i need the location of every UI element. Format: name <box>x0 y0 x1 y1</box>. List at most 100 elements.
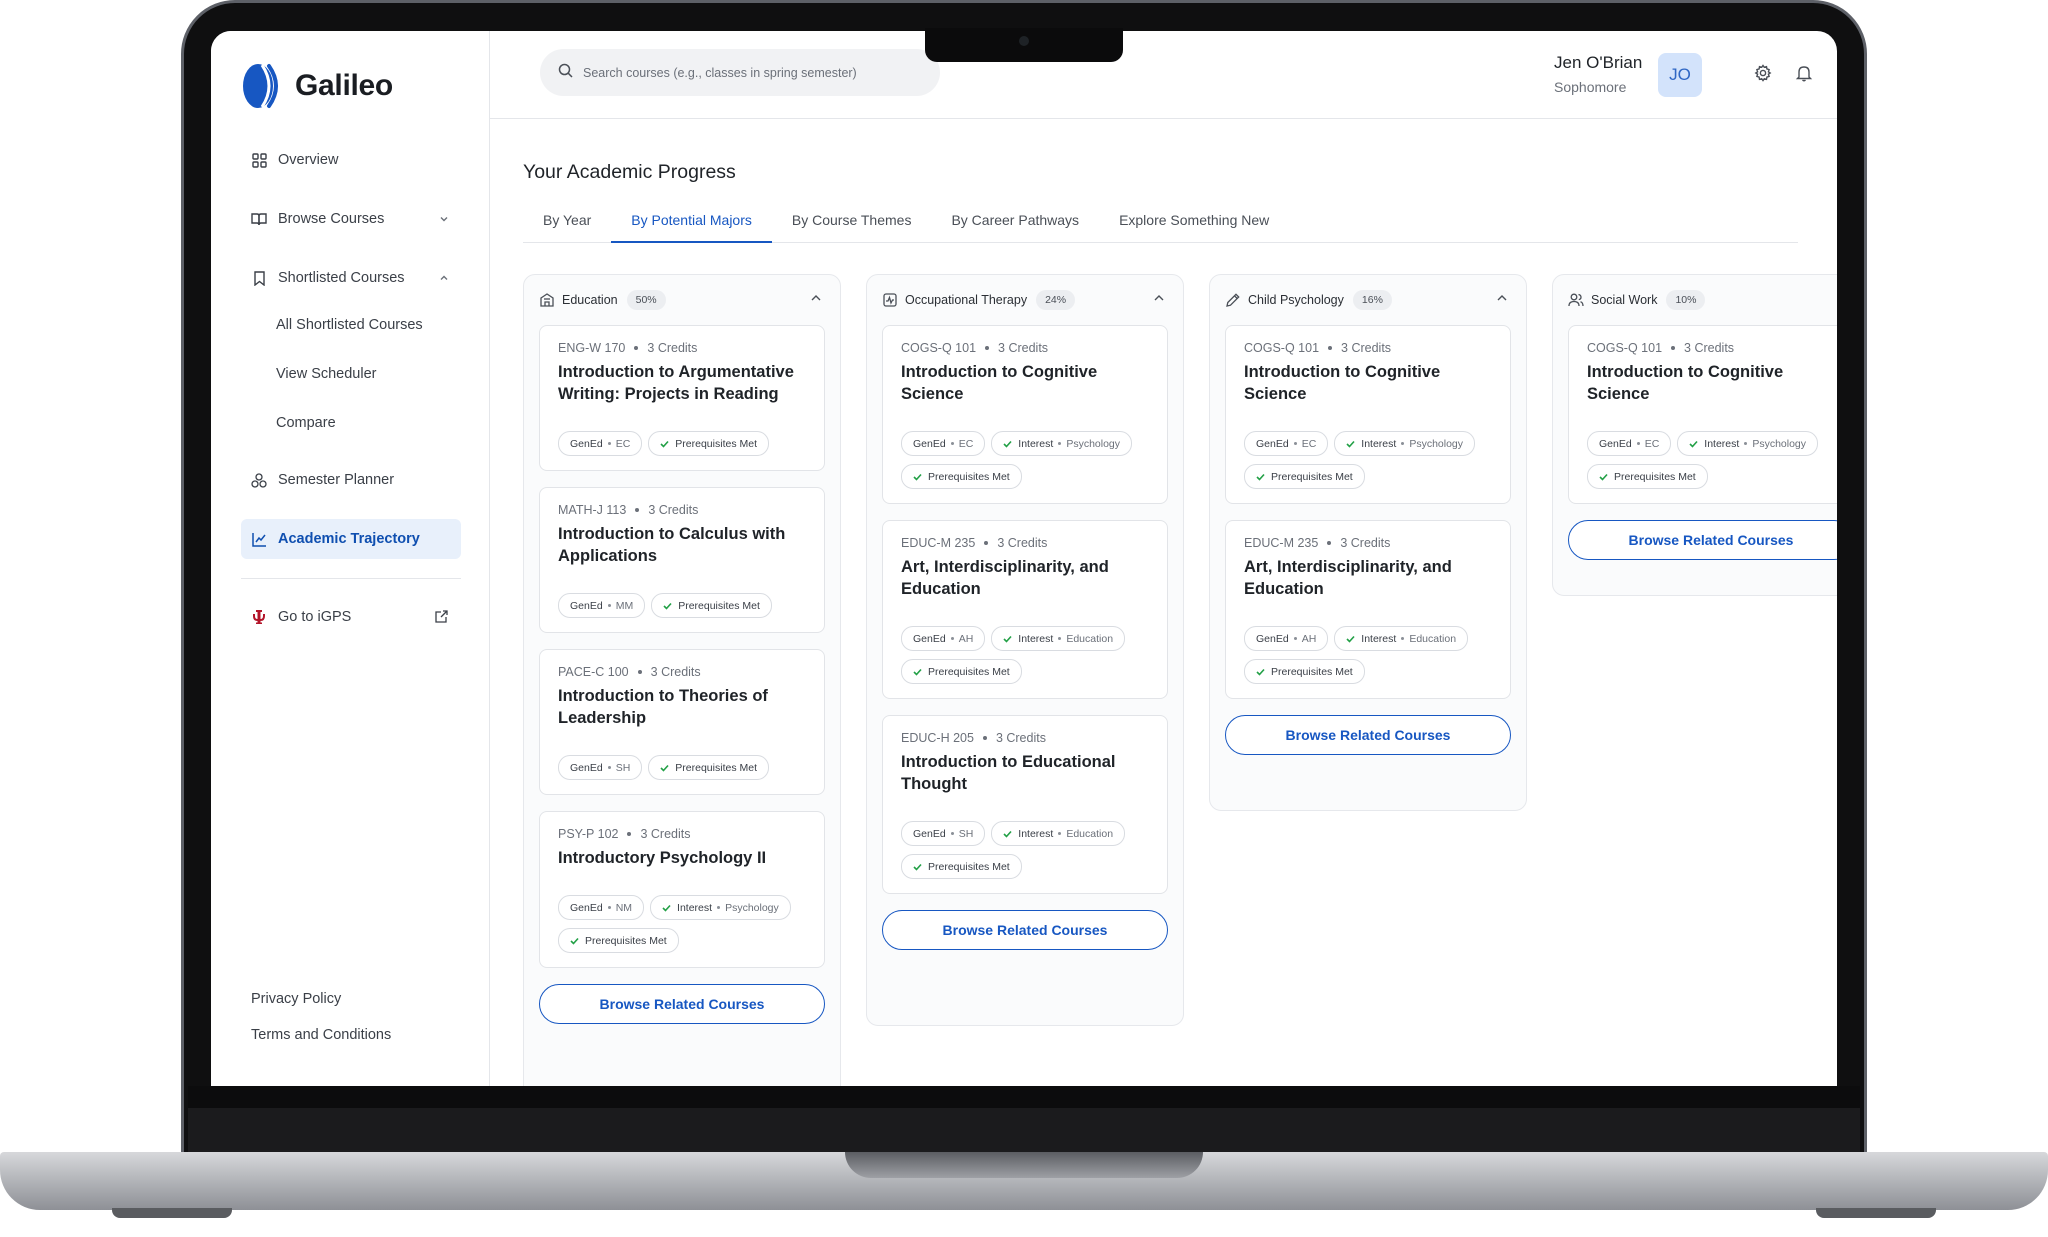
sidebar-item-label: Shortlisted Courses <box>278 270 405 286</box>
tab-explore-something-new[interactable]: Explore Something New <box>1099 209 1289 243</box>
gened-chip: GenEd AH <box>1244 626 1329 651</box>
check-icon <box>1256 668 1265 676</box>
course-credits: 3 Credits <box>1684 341 1735 355</box>
sidebar-item-label: Browse Courses <box>278 211 385 227</box>
course-code: EDUC-M 235 <box>1244 536 1319 550</box>
gened-chip: GenEd SH <box>558 755 643 780</box>
avatar[interactable]: JO <box>1658 53 1702 97</box>
major-name: Education <box>562 293 618 307</box>
tab-by-year[interactable]: By Year <box>523 209 611 243</box>
sidebar-item-label: Semester Planner <box>278 472 395 488</box>
course-card[interactable]: COGS-Q 101 3 Credits Introduction to Cogn… <box>882 325 1168 504</box>
sidebar-subitem-all-shortlisted[interactable]: All Shortlisted Courses <box>241 306 461 343</box>
interest-chip: Interest Education <box>991 626 1126 651</box>
search-bar[interactable] <box>540 49 940 96</box>
prereq-chip: Prerequisites Met <box>651 593 772 618</box>
sidebar-item-semester-planner[interactable]: Semester Planner <box>241 460 461 500</box>
chevron-down-icon[interactable] <box>439 212 449 228</box>
course-card[interactable]: ENG-W 170 3 Credits Introduction to Argum… <box>539 325 825 471</box>
gear-icon[interactable] <box>1754 64 1772 87</box>
sidebar-item-go-to-igps[interactable]: Go to iGPS <box>241 597 461 637</box>
tab-by-career-pathways[interactable]: By Career Pathways <box>931 209 1099 243</box>
check-icon <box>1003 635 1012 643</box>
check-icon <box>1346 440 1355 448</box>
check-icon <box>1003 440 1012 448</box>
major-header[interactable]: Social Work 10% <box>1568 275 1837 325</box>
brand[interactable]: Galileo <box>239 63 393 109</box>
progress-tabs: By Year By Potential Majors By Course Th… <box>523 209 1798 243</box>
course-card[interactable]: EDUC-M 235 3 Credits Art, Interdisciplina… <box>882 520 1168 699</box>
search-icon <box>558 63 573 83</box>
sidebar-item-overview[interactable]: Overview <box>241 140 461 180</box>
course-card[interactable]: EDUC-H 205 3 Credits Introduction to Educ… <box>882 715 1168 894</box>
chevron-up-icon[interactable] <box>439 271 449 287</box>
major-header[interactable]: Occupational Therapy 24% <box>882 275 1168 325</box>
course-card[interactable]: PACE-C 100 3 Credits Introduction to Theo… <box>539 649 825 795</box>
search-input[interactable] <box>583 65 913 80</box>
check-icon <box>913 668 922 676</box>
pencil-icon <box>1225 292 1241 308</box>
interest-chip: Interest Education <box>1334 626 1469 651</box>
external-link-icon <box>434 609 449 628</box>
major-column-occupational-therapy: Occupational Therapy 24% COGS-Q 101 3 Cre… <box>866 274 1184 1026</box>
tab-by-potential-majors[interactable]: By Potential Majors <box>611 209 772 243</box>
sidebar-item-academic-trajectory[interactable]: Academic Trajectory <box>241 519 461 559</box>
chevron-up-icon[interactable] <box>810 292 822 307</box>
privacy-policy-link[interactable]: Privacy Policy <box>251 991 391 1007</box>
iu-logo-icon <box>251 609 267 625</box>
sidebar-subitem-compare[interactable]: Compare <box>241 404 461 441</box>
tab-by-course-themes[interactable]: By Course Themes <box>772 209 932 243</box>
course-title: Introduction to Cognitive Science <box>901 363 1098 403</box>
laptop-hinge <box>188 1108 1860 1152</box>
major-column-child-psychology: Child Psychology 16% COGS-Q 101 3 Credits… <box>1209 274 1527 811</box>
interest-chip: Interest Education <box>991 821 1126 846</box>
course-card[interactable]: MATH-J 113 3 Credits Introduction to Calc… <box>539 487 825 633</box>
sidebar-item-browse-courses[interactable]: Browse Courses <box>241 199 461 239</box>
chevron-up-icon[interactable] <box>1496 292 1508 307</box>
camera-notch <box>925 28 1123 62</box>
browse-related-courses-button[interactable]: Browse Related Courses <box>539 984 825 1024</box>
course-credits: 3 Credits <box>650 665 701 679</box>
gened-chip: GenEd MM <box>558 593 646 618</box>
bookmark-icon <box>251 270 267 286</box>
camera-icon <box>1019 36 1029 46</box>
course-credits: 3 Credits <box>997 536 1048 550</box>
sidebar-item-shortlisted-courses[interactable]: Shortlisted Courses <box>241 258 461 298</box>
grid-icon <box>251 152 267 168</box>
sidebar-divider <box>241 578 461 579</box>
browse-related-courses-button[interactable]: Browse Related Courses <box>1225 715 1511 755</box>
major-percent-badge: 24% <box>1036 290 1076 310</box>
check-icon <box>913 863 922 871</box>
course-card[interactable]: COGS-Q 101 3 Credits Introduction to Cogn… <box>1568 325 1837 504</box>
gened-chip: GenEd EC <box>558 431 643 456</box>
gened-chip: GenEd EC <box>1587 431 1672 456</box>
chevron-up-icon[interactable] <box>1153 292 1165 307</box>
prereq-chip: Prerequisites Met <box>648 431 769 456</box>
browse-related-courses-button[interactable]: Browse Related Courses <box>1568 520 1837 560</box>
course-card[interactable]: COGS-Q 101 3 Credits Introduction to Cogn… <box>1225 325 1511 504</box>
course-card[interactable]: PSY-P 102 3 Credits Introductory Psycholo… <box>539 811 825 968</box>
prereq-chip: Prerequisites Met <box>558 928 679 953</box>
course-code: EDUC-H 205 <box>901 731 974 745</box>
interest-chip: Interest Psychology <box>1334 431 1476 456</box>
major-header[interactable]: Child Psychology 16% <box>1225 275 1511 325</box>
bell-icon[interactable] <box>1795 64 1813 87</box>
major-percent-badge: 16% <box>1352 290 1392 310</box>
major-name: Social Work <box>1591 293 1658 307</box>
check-icon <box>570 937 579 945</box>
sidebar-item-label: Academic Trajectory <box>278 531 420 547</box>
course-title: Introductory Psychology II <box>558 849 767 867</box>
gened-chip: GenEd NM <box>558 895 645 920</box>
course-title: Art, Interdisciplinarity, and Education <box>1244 558 1452 598</box>
sidebar-subitem-view-scheduler[interactable]: View Scheduler <box>241 355 461 392</box>
gened-chip: GenEd AH <box>901 626 986 651</box>
course-card[interactable]: EDUC-M 235 3 Credits Art, Interdisciplina… <box>1225 520 1511 699</box>
major-header[interactable]: Education 50% <box>539 275 825 325</box>
prereq-chip: Prerequisites Met <box>1244 659 1365 684</box>
browse-related-courses-button[interactable]: Browse Related Courses <box>882 910 1168 950</box>
course-title: Introduction to Theories of Leadership <box>558 687 768 727</box>
major-percent-badge: 10% <box>1666 290 1706 310</box>
prereq-chip: Prerequisites Met <box>901 854 1022 879</box>
user-info[interactable]: Jen O'Brian Sophomore <box>1554 53 1642 95</box>
terms-link[interactable]: Terms and Conditions <box>251 1027 391 1043</box>
